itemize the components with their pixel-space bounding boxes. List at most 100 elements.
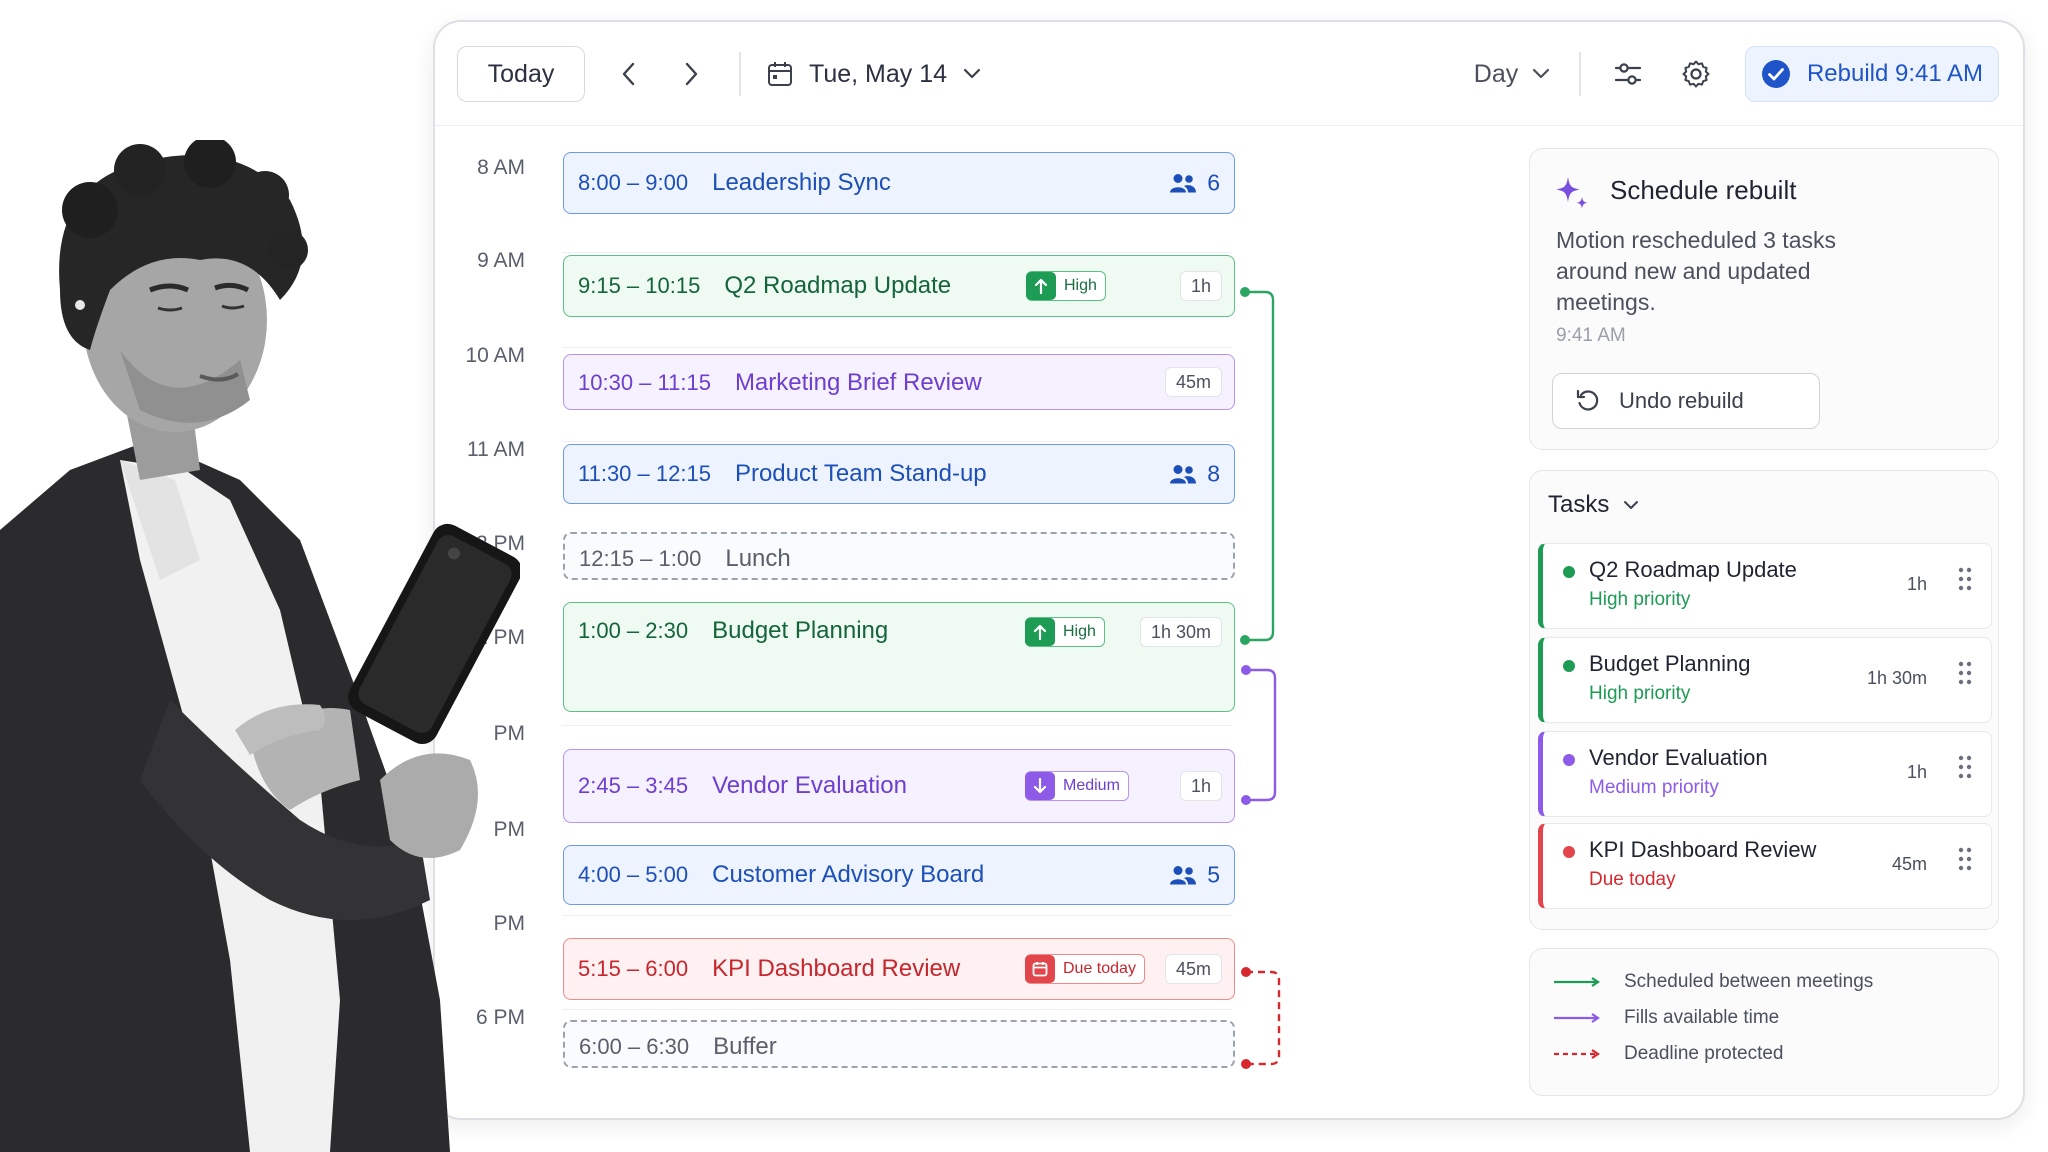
event-time: 1:00 – 2:30	[578, 618, 689, 643]
prev-day-button[interactable]	[609, 46, 649, 102]
green-arrow-icon	[1554, 977, 1600, 987]
sparkle-icon	[1556, 177, 1588, 209]
event-time: 12:15 – 1:00	[579, 546, 702, 571]
attendee-count: 8	[1169, 461, 1220, 488]
task-item[interactable]: KPI Dashboard Review Due today 45m	[1538, 823, 1992, 909]
event-title: KPI Dashboard Review	[712, 955, 961, 982]
event-buffer[interactable]: 6:00 – 6:30 Buffer	[563, 1020, 1235, 1068]
toolbar-divider	[739, 52, 741, 96]
grid-line	[562, 1009, 1232, 1010]
event-leadership-sync[interactable]: 8:00 – 9:00 Leadership Sync 6	[563, 152, 1235, 214]
event-duration: 45m	[1164, 954, 1222, 984]
connector-dot	[1241, 665, 1251, 675]
grid-line	[562, 347, 1232, 348]
event-duration: 1h	[1179, 771, 1222, 801]
settings-button[interactable]	[1671, 46, 1721, 102]
drag-handle-icon[interactable]	[1957, 660, 1973, 686]
green-connector	[1245, 290, 1275, 642]
event-lunch[interactable]: 12:15 – 1:00 Lunch	[563, 532, 1235, 580]
tasks-card: Tasks Q2 Roadmap Update High priority 1h…	[1529, 470, 1999, 930]
connector-dot	[1241, 1059, 1251, 1069]
event-customer-advisory-board[interactable]: 4:00 – 5:00 Customer Advisory Board 5	[563, 845, 1235, 905]
event-time: 9:15 – 10:15	[578, 273, 701, 298]
event-kpi-dashboard-review[interactable]: 5:15 – 6:00 KPI Dashboard Review Due tod…	[563, 938, 1235, 1000]
task-item[interactable]: Q2 Roadmap Update High priority 1h	[1538, 543, 1992, 629]
priority-dot	[1563, 846, 1575, 858]
calendar-window: Today Tue, May 14 Day Rebuild 9:41 AM 8 …	[433, 20, 2025, 1120]
chevron-left-icon	[622, 62, 635, 86]
task-item[interactable]: Budget Planning High priority 1h 30m	[1538, 637, 1992, 723]
view-select[interactable]: Day	[1467, 46, 1557, 102]
view-label: Day	[1473, 59, 1519, 88]
grid-line	[562, 915, 1232, 916]
chevron-down-icon	[963, 68, 981, 79]
red-dashed-arrow-icon	[1554, 1049, 1600, 1059]
task-priority: Medium priority	[1589, 777, 1719, 798]
task-name: Budget Planning	[1589, 651, 1751, 676]
event-budget-planning[interactable]: 1:00 – 2:30 Budget Planning High 1h 30m	[563, 602, 1235, 712]
task-item[interactable]: Vendor Evaluation Medium priority 1h	[1538, 731, 1992, 817]
toolbar-divider	[1579, 52, 1581, 96]
legend-item: Scheduled between meetings	[1552, 971, 1873, 993]
event-duration: 1h	[1179, 271, 1222, 301]
event-time: 10:30 – 11:15	[578, 370, 711, 395]
schedule-rebuilt-card: Schedule rebuilt Motion rescheduled 3 ta…	[1529, 148, 1999, 450]
event-title: Lunch	[725, 545, 791, 572]
task-duration: 1h	[1906, 762, 1927, 782]
event-title: Budget Planning	[712, 617, 889, 644]
check-circle-icon	[1761, 60, 1790, 88]
event-title: Buffer	[713, 1033, 777, 1060]
priority-dot	[1563, 754, 1575, 766]
event-duration: 1h 30m	[1139, 617, 1222, 647]
drag-handle-icon[interactable]	[1957, 566, 1973, 592]
event-time: 8:00 – 9:00	[578, 170, 689, 195]
arrow-down-icon	[1033, 778, 1047, 794]
event-marketing-brief-review[interactable]: 10:30 – 11:15 Marketing Brief Review 45m	[563, 354, 1235, 410]
legend-card: Scheduled between meetings Fills availab…	[1529, 948, 1999, 1096]
rebuild-status-button[interactable]: Rebuild 9:41 AM	[1745, 46, 1999, 102]
filter-button[interactable]	[1603, 46, 1653, 102]
current-date: Tue, May 14	[809, 59, 948, 88]
event-title: Vendor Evaluation	[712, 772, 907, 799]
event-vendor-evaluation[interactable]: 2:45 – 3:45 Vendor Evaluation Medium 1h	[563, 749, 1235, 823]
event-duration: 45m	[1164, 367, 1222, 397]
priority-badge: Medium	[1025, 771, 1129, 801]
drag-handle-icon[interactable]	[1957, 846, 1973, 872]
undo-icon	[1576, 389, 1599, 411]
drag-handle-icon[interactable]	[1957, 754, 1973, 780]
event-time: 6:00 – 6:30	[579, 1034, 690, 1059]
undo-rebuild-button[interactable]: Undo rebuild	[1552, 373, 1820, 429]
arrow-up-icon	[1033, 624, 1047, 640]
today-button[interactable]: Today	[457, 46, 585, 102]
task-name: KPI Dashboard Review	[1589, 837, 1817, 862]
event-title: Q2 Roadmap Update	[724, 272, 952, 299]
task-duration: 45m	[1891, 854, 1927, 874]
legend-item: Fills available time	[1552, 1007, 1779, 1029]
event-q2-roadmap-update[interactable]: 9:15 – 10:15 Q2 Roadmap Update High 1h	[563, 255, 1235, 317]
people-icon	[1170, 865, 1197, 884]
event-title: Leadership Sync	[712, 169, 891, 196]
date-picker[interactable]: Tue, May 14	[767, 46, 997, 102]
tasks-header[interactable]: Tasks	[1548, 491, 1639, 519]
card-title: Schedule rebuilt	[1610, 175, 1797, 205]
priority-dot	[1563, 566, 1575, 578]
grid-line	[562, 441, 1232, 442]
chevron-down-icon	[1533, 68, 1550, 79]
gear-icon	[1682, 60, 1710, 88]
priority-badge: High	[1026, 271, 1106, 301]
connector-dot	[1241, 967, 1251, 977]
attendee-count: 5	[1169, 862, 1220, 889]
event-product-team-standup[interactable]: 11:30 – 12:15 Product Team Stand-up 8	[563, 444, 1235, 504]
deadline-badge: Due today	[1025, 954, 1145, 984]
purple-connector	[1246, 668, 1277, 802]
attendee-count: 6	[1169, 170, 1220, 197]
arrow-up-icon	[1034, 278, 1048, 294]
sliders-icon	[1614, 63, 1642, 85]
person-photo	[0, 140, 520, 1152]
event-title: Customer Advisory Board	[712, 861, 985, 888]
legend-item: Deadline protected	[1552, 1043, 1784, 1065]
chevron-down-icon	[1624, 501, 1639, 509]
event-time: 2:45 – 3:45	[578, 773, 689, 798]
next-day-button[interactable]	[671, 46, 711, 102]
calendar-icon	[768, 62, 792, 86]
